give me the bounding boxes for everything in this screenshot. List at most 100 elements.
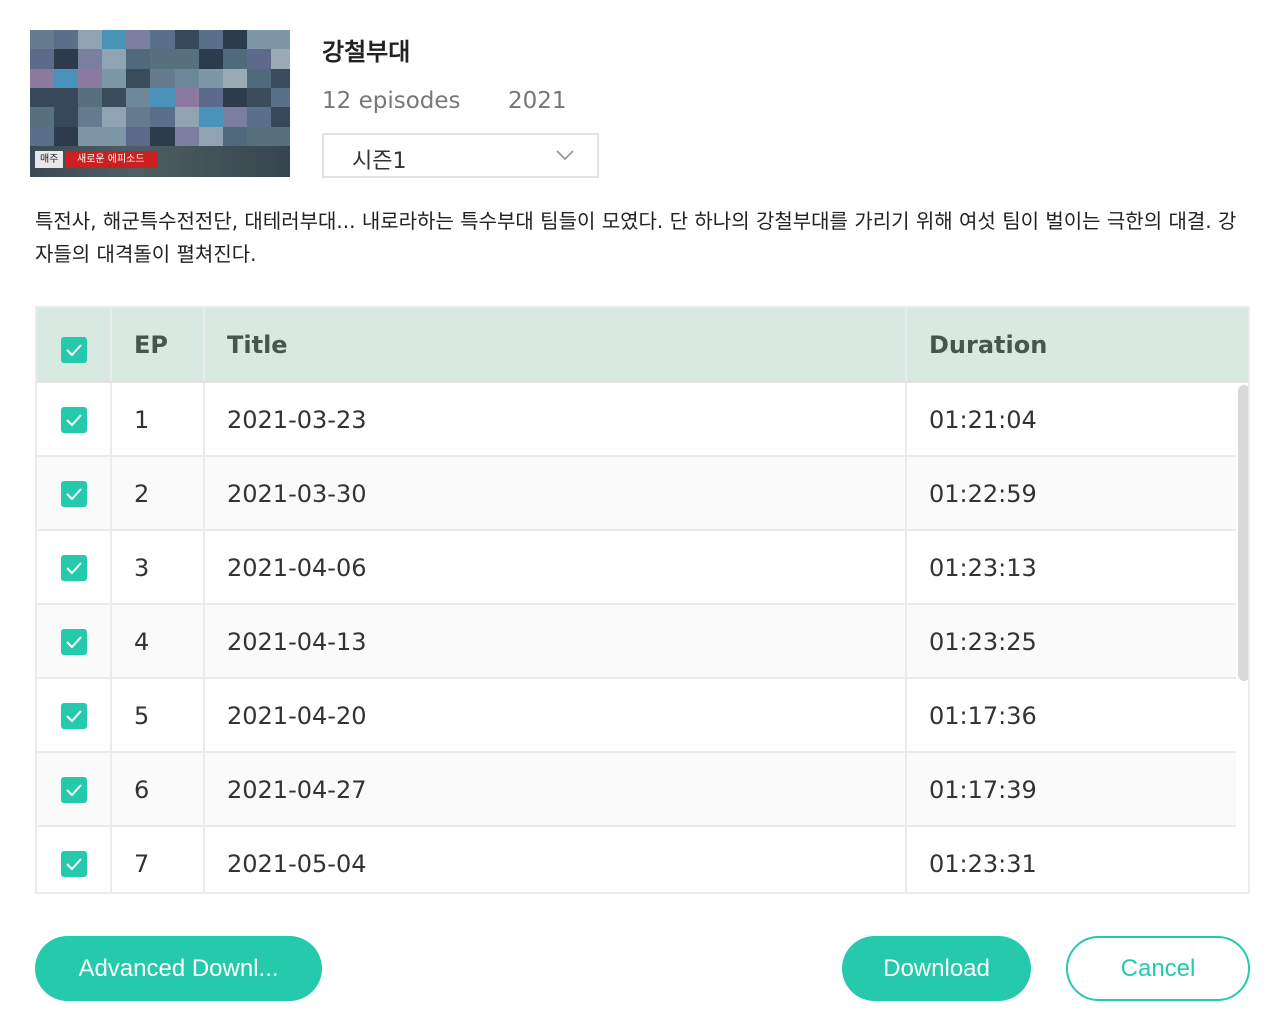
episode-title: 2021-04-27 [203, 753, 905, 825]
row-check-cell [37, 827, 110, 892]
check-icon [66, 858, 82, 871]
poster-pixel [198, 88, 223, 108]
episode-duration: 01:23:31 [905, 827, 1248, 892]
column-header-duration[interactable]: Duration [905, 308, 1248, 382]
poster-pixel [150, 88, 175, 108]
table-row[interactable]: 5 2021-04-20 01:17:36 [37, 679, 1236, 753]
poster-pixel [150, 107, 175, 127]
row-check-cell [37, 531, 110, 603]
show-thumbnail: 매주 새로운 에피소드 [30, 30, 295, 177]
episode-count: 12 episodes [322, 88, 461, 114]
episode-checkbox[interactable] [61, 555, 87, 581]
show-title: 강철부대 [322, 38, 411, 66]
poster-pixel [30, 88, 55, 108]
season-select[interactable]: 시즌1 [322, 133, 599, 178]
poster-pixel [174, 49, 199, 69]
episode-table: EP Title Duration 1 2021-03-23 01:21:04 … [35, 306, 1250, 894]
poster-pixel [126, 49, 151, 69]
poster-pixel [174, 88, 199, 108]
poster-pixel [246, 107, 271, 127]
episode-checkbox[interactable] [61, 629, 87, 655]
poster-pixel [198, 126, 223, 146]
poster-pixel [150, 30, 175, 50]
episode-title: 2021-05-04 [203, 827, 905, 892]
poster-pixel [30, 68, 55, 88]
check-icon [66, 710, 82, 723]
table-row[interactable]: 4 2021-04-13 01:23:25 [37, 605, 1236, 679]
poster-pixel [198, 107, 223, 127]
episode-duration: 01:17:39 [905, 753, 1248, 825]
table-row[interactable]: 3 2021-04-06 01:23:13 [37, 531, 1236, 605]
episode-number: 5 [110, 679, 203, 751]
episode-number: 3 [110, 531, 203, 603]
episode-checkbox[interactable] [61, 407, 87, 433]
cancel-button[interactable]: Cancel [1066, 936, 1250, 1001]
episode-checkbox[interactable] [61, 851, 87, 877]
poster-pixel [126, 68, 151, 88]
poster-pixel [102, 30, 127, 50]
column-header-ep[interactable]: EP [110, 308, 203, 382]
episode-checkbox[interactable] [61, 481, 87, 507]
table-body: 1 2021-03-23 01:21:04 2 2021-03-30 01:22… [37, 383, 1236, 892]
download-button[interactable]: Download [842, 936, 1031, 1001]
poster-pixel [174, 107, 199, 127]
new-episode-badge: 새로운 에피소드 [65, 151, 157, 168]
poster-pixel [102, 107, 127, 127]
episode-number: 6 [110, 753, 203, 825]
row-check-cell [37, 383, 110, 455]
poster-pixel [222, 126, 247, 146]
poster-pixel [222, 49, 247, 69]
poster-pixel [78, 107, 103, 127]
show-description: 특전사, 해군특수전전단, 대테러부대... 내로라하는 특수부대 팀들이 모였… [35, 209, 1237, 266]
episode-duration: 01:22:59 [905, 457, 1248, 529]
scrollbar-thumb[interactable] [1238, 385, 1248, 681]
episode-number: 7 [110, 827, 203, 892]
check-icon [66, 488, 82, 501]
episode-number: 4 [110, 605, 203, 677]
advanced-download-button[interactable]: Advanced Downl... [35, 936, 322, 1001]
poster-pixel [54, 88, 79, 108]
poster-pixel [246, 30, 271, 50]
poster-pixel [222, 68, 247, 88]
episode-checkbox[interactable] [61, 777, 87, 803]
episode-title: 2021-04-06 [203, 531, 905, 603]
poster-pixel [30, 126, 55, 146]
poster-pixel [222, 107, 247, 127]
table-row[interactable]: 2 2021-03-30 01:22:59 [37, 457, 1236, 531]
poster-pixel [222, 30, 247, 50]
table-row[interactable]: 6 2021-04-27 01:17:39 [37, 753, 1236, 827]
poster-pixel [246, 126, 271, 146]
poster-pixel [198, 30, 223, 50]
poster-pixel [126, 107, 151, 127]
poster-pixel [78, 88, 103, 108]
poster-pixel [30, 30, 55, 50]
poster-pixel [174, 68, 199, 88]
pixelated-poster [30, 30, 295, 146]
poster-pixel [174, 30, 199, 50]
poster-pixel [102, 49, 127, 69]
episode-duration: 01:23:13 [905, 531, 1248, 603]
episode-duration: 01:21:04 [905, 383, 1248, 455]
episode-title: 2021-04-20 [203, 679, 905, 751]
weekly-badge: 매주 [35, 151, 64, 168]
poster-pixel [126, 30, 151, 50]
poster-pixel [198, 49, 223, 69]
column-header-title[interactable]: Title [203, 308, 905, 382]
poster-pixel [102, 68, 127, 88]
poster-pixel [54, 68, 79, 88]
episode-checkbox[interactable] [61, 703, 87, 729]
table-row[interactable]: 7 2021-05-04 01:23:31 [37, 827, 1236, 892]
episode-duration: 01:23:25 [905, 605, 1248, 677]
episode-title: 2021-03-30 [203, 457, 905, 529]
poster-pixel [246, 68, 271, 88]
poster-pixel [54, 107, 79, 127]
poster-pixel [150, 68, 175, 88]
poster-pixel [54, 30, 79, 50]
poster-pixel [126, 126, 151, 146]
select-all-checkbox[interactable] [61, 337, 87, 363]
chevron-down-icon [556, 150, 574, 161]
check-icon [66, 414, 82, 427]
table-row[interactable]: 1 2021-03-23 01:21:04 [37, 383, 1236, 457]
poster-pixel [174, 126, 199, 146]
episode-duration: 01:17:36 [905, 679, 1248, 751]
